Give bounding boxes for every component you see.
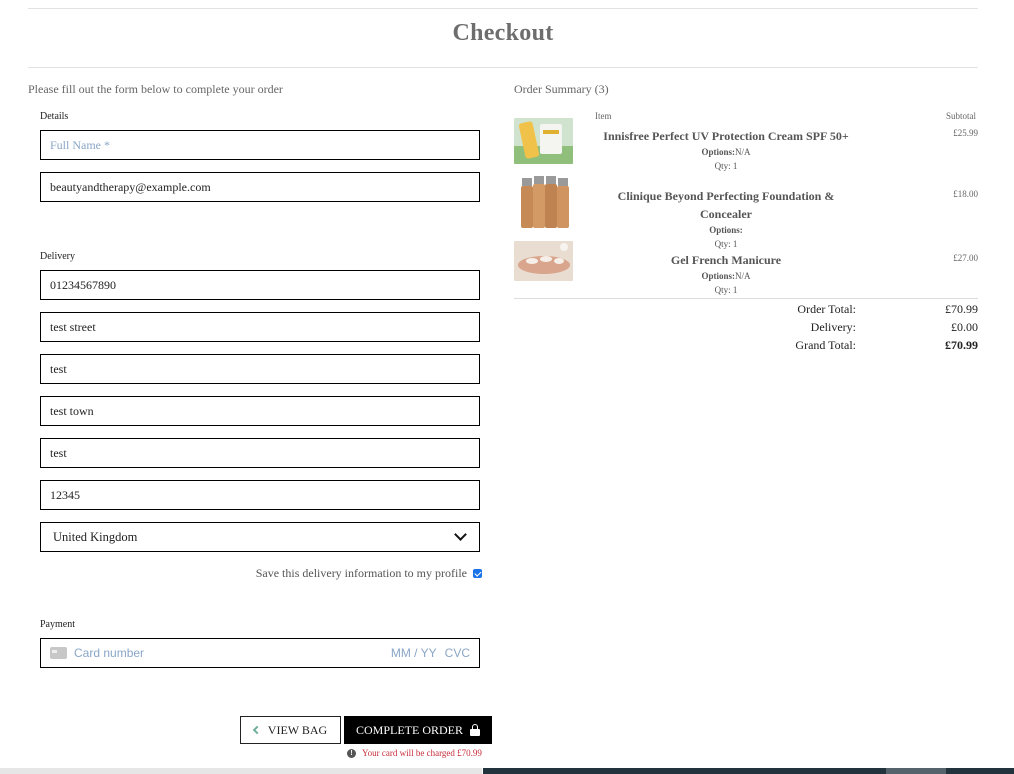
postcode-field[interactable]: 12345 — [40, 480, 480, 510]
order-total-row: Order Total: £70.99 — [700, 300, 978, 318]
grand-total-row: Grand Total: £70.99 — [700, 336, 978, 354]
phone-number-field[interactable]: 01234567890 — [40, 270, 480, 300]
horizontal-scrollbar-track — [0, 768, 482, 774]
order-total-value: £70.99 — [945, 302, 978, 316]
chevron-left-icon — [252, 725, 262, 735]
details-label: Details — [40, 111, 69, 122]
subtotal-column-header: Subtotal — [946, 111, 977, 121]
view-bag-label: VIEW BAG — [267, 722, 328, 737]
town-city-field[interactable]: test town — [40, 396, 480, 426]
info-icon: ! — [347, 748, 356, 758]
item-options-value: N/A — [735, 271, 751, 281]
save-info-checkbox[interactable] — [473, 569, 482, 578]
product-image — [514, 118, 573, 164]
item-options: Options: — [593, 223, 859, 237]
delivery-cost-label: Delivery: — [810, 320, 856, 334]
item-name: Gel French Manicure — [670, 253, 782, 267]
complete-order-label: COMPLETE ORDER — [355, 722, 463, 737]
complete-order-button[interactable]: COMPLETE ORDER — [344, 716, 492, 744]
country-select-value: United Kingdom — [53, 529, 138, 544]
full-name-field[interactable] — [40, 130, 480, 160]
item-name: Clinique Beyond Perfecting Foundation & … — [617, 189, 835, 221]
delivery-cost-value: £0.00 — [951, 320, 978, 334]
product-image — [514, 241, 573, 281]
product-image — [520, 172, 570, 232]
item-options-label: Options: — [701, 271, 735, 281]
card-cvc-placeholder[interactable]: CVC — [445, 646, 470, 660]
item-qty: Qty: 1 — [714, 161, 738, 171]
item-info: Innisfree Perfect UV Protection Cream SP… — [593, 127, 859, 173]
page-title: Checkout — [452, 20, 554, 46]
item-qty: Qty: 1 — [714, 285, 738, 295]
item-qty: Qty: 1 — [714, 239, 738, 249]
item-options-label: Options: — [709, 225, 743, 235]
item-info: Gel French Manicure Options:N/A Qty: 1 — [593, 251, 859, 297]
item-options-label: Options: — [701, 147, 735, 157]
save-info-row[interactable]: Save this delivery information to my pro… — [240, 566, 482, 581]
card-number-placeholder[interactable]: Card number — [74, 646, 144, 660]
item-subtotal: £18.00 — [953, 189, 978, 199]
grand-total-value: £70.99 — [945, 338, 978, 352]
item-options: Options:N/A — [593, 269, 859, 283]
email-field[interactable]: beautyandtherapy@example.com — [40, 172, 480, 202]
card-element[interactable]: Card number MM / YY CVC — [40, 638, 480, 668]
lock-icon — [470, 724, 480, 736]
street-address-2-field[interactable]: test — [40, 354, 480, 384]
view-bag-button[interactable]: VIEW BAG — [240, 716, 341, 744]
top-divider — [28, 8, 978, 9]
charge-note: ! Your card will be charged £70.99 — [347, 748, 482, 758]
credit-card-icon — [50, 647, 67, 659]
item-info: Clinique Beyond Perfecting Foundation & … — [593, 187, 859, 251]
grand-total-label: Grand Total: — [795, 338, 856, 352]
country-select[interactable]: United Kingdom — [40, 522, 480, 552]
item-subtotal: £27.00 — [953, 253, 978, 263]
order-summary-title: Order Summary (3) — [514, 82, 609, 96]
form-intro: Please fill out the form below to comple… — [28, 82, 283, 96]
payment-label: Payment — [40, 619, 75, 630]
chevron-down-icon — [454, 528, 467, 541]
item-name: Innisfree Perfect UV Protection Cream SP… — [603, 129, 849, 143]
delivery-row: Delivery: £0.00 — [700, 318, 978, 336]
summary-divider — [514, 298, 978, 299]
title-divider — [28, 67, 978, 68]
charge-note-text: Your card will be charged £70.99 — [362, 748, 482, 758]
card-expiry-placeholder[interactable]: MM / YY — [391, 646, 437, 660]
item-options: Options:N/A — [593, 145, 859, 159]
street-address-1-field[interactable]: test street — [40, 312, 480, 342]
footer-bar-highlight — [886, 768, 946, 774]
item-subtotal: £25.99 — [953, 128, 978, 138]
order-totals: Order Total: £70.99 Delivery: £0.00 Gran… — [700, 300, 978, 354]
order-total-label: Order Total: — [797, 302, 856, 316]
save-info-label: Save this delivery information to my pro… — [255, 566, 467, 580]
item-options-value: N/A — [735, 147, 751, 157]
delivery-label: Delivery — [40, 251, 75, 262]
county-field[interactable]: test — [40, 438, 480, 468]
item-column-header: Item — [595, 111, 612, 121]
